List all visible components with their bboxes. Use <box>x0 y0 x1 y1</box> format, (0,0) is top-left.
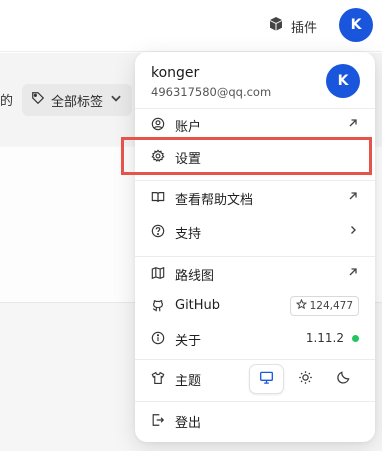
menu-item-github[interactable]: GitHub 124,477 <box>135 290 375 322</box>
menu-item-label: 关于 <box>175 334 202 349</box>
top-bar <box>0 0 382 52</box>
tag-icon <box>31 91 45 109</box>
tag-filter-label: 全部标签 <box>51 94 104 110</box>
user-circle-icon <box>151 117 165 131</box>
external-link-icon <box>347 117 359 129</box>
theme-switch <box>249 364 361 394</box>
avatar-letter: K <box>337 73 349 89</box>
status-dot <box>352 334 359 342</box>
menu-item-account[interactable]: 账户 <box>135 108 375 140</box>
truncated-text: 的 <box>0 94 14 109</box>
help-circle-icon <box>151 224 165 238</box>
menu-item-label: 路线图 <box>175 269 215 284</box>
avatar-letter: K <box>350 17 362 33</box>
menu-item-label: 查看帮助文档 <box>175 193 254 208</box>
user-avatar-button[interactable]: K <box>339 8 373 42</box>
version-text: 1.11.2 <box>305 331 344 345</box>
menu-item-settings[interactable]: 设置 <box>135 140 375 172</box>
info-icon <box>151 331 165 345</box>
chevron-down-icon <box>109 91 123 109</box>
shirt-icon <box>151 371 165 385</box>
menu-item-roadmap[interactable]: 路线图 <box>135 257 375 289</box>
star-icon <box>295 298 307 313</box>
menu-item-help-docs[interactable]: 查看帮助文档 <box>135 181 375 213</box>
map-icon <box>151 266 165 280</box>
github-stars-badge: 124,477 <box>289 296 359 316</box>
book-open-icon <box>151 190 165 204</box>
menu-item-support[interactable]: 支持 <box>135 215 375 247</box>
menu-item-label: 登出 <box>175 416 202 431</box>
user-info: konger 496317580@qq.com K <box>135 52 375 108</box>
cube-icon <box>268 16 284 36</box>
user-menu: konger 496317580@qq.com K 账户 设置 查看帮助文档 支… <box>135 52 375 442</box>
theme-light-button[interactable] <box>288 364 323 394</box>
theme-dark-button[interactable] <box>326 364 361 394</box>
menu-divider <box>135 359 375 360</box>
menu-item-label: GitHub <box>175 298 221 313</box>
menu-divider <box>135 401 375 402</box>
avatar: K <box>326 64 360 98</box>
menu-item-label: 账户 <box>175 120 202 135</box>
gear-icon <box>151 149 165 163</box>
star-count: 124,477 <box>309 300 353 312</box>
sun-icon <box>298 370 313 389</box>
log-out-icon <box>151 413 165 427</box>
plugin-button[interactable]: 插件 <box>268 16 317 36</box>
external-link-icon <box>347 266 359 278</box>
github-icon <box>151 299 165 313</box>
menu-item-theme: 主题 <box>135 362 375 394</box>
menu-item-label: 支持 <box>175 227 202 242</box>
tag-filter-dropdown[interactable]: 全部标签 <box>22 84 132 116</box>
theme-system-button[interactable] <box>249 364 284 394</box>
plugin-label: 插件 <box>291 20 318 36</box>
version-info: 1.11.2 <box>306 331 359 345</box>
menu-item-logout[interactable]: 登出 <box>135 404 375 436</box>
monitor-icon <box>259 370 274 389</box>
menu-item-about[interactable]: 关于 1.11.2 <box>135 322 375 354</box>
user-name: konger <box>151 65 200 81</box>
moon-icon <box>336 370 351 389</box>
menu-item-label: 设置 <box>175 152 202 167</box>
external-link-icon <box>347 190 359 202</box>
menu-item-label: 主题 <box>175 374 202 389</box>
chevron-right-icon <box>347 224 359 236</box>
user-email: 496317580@qq.com <box>151 85 272 99</box>
